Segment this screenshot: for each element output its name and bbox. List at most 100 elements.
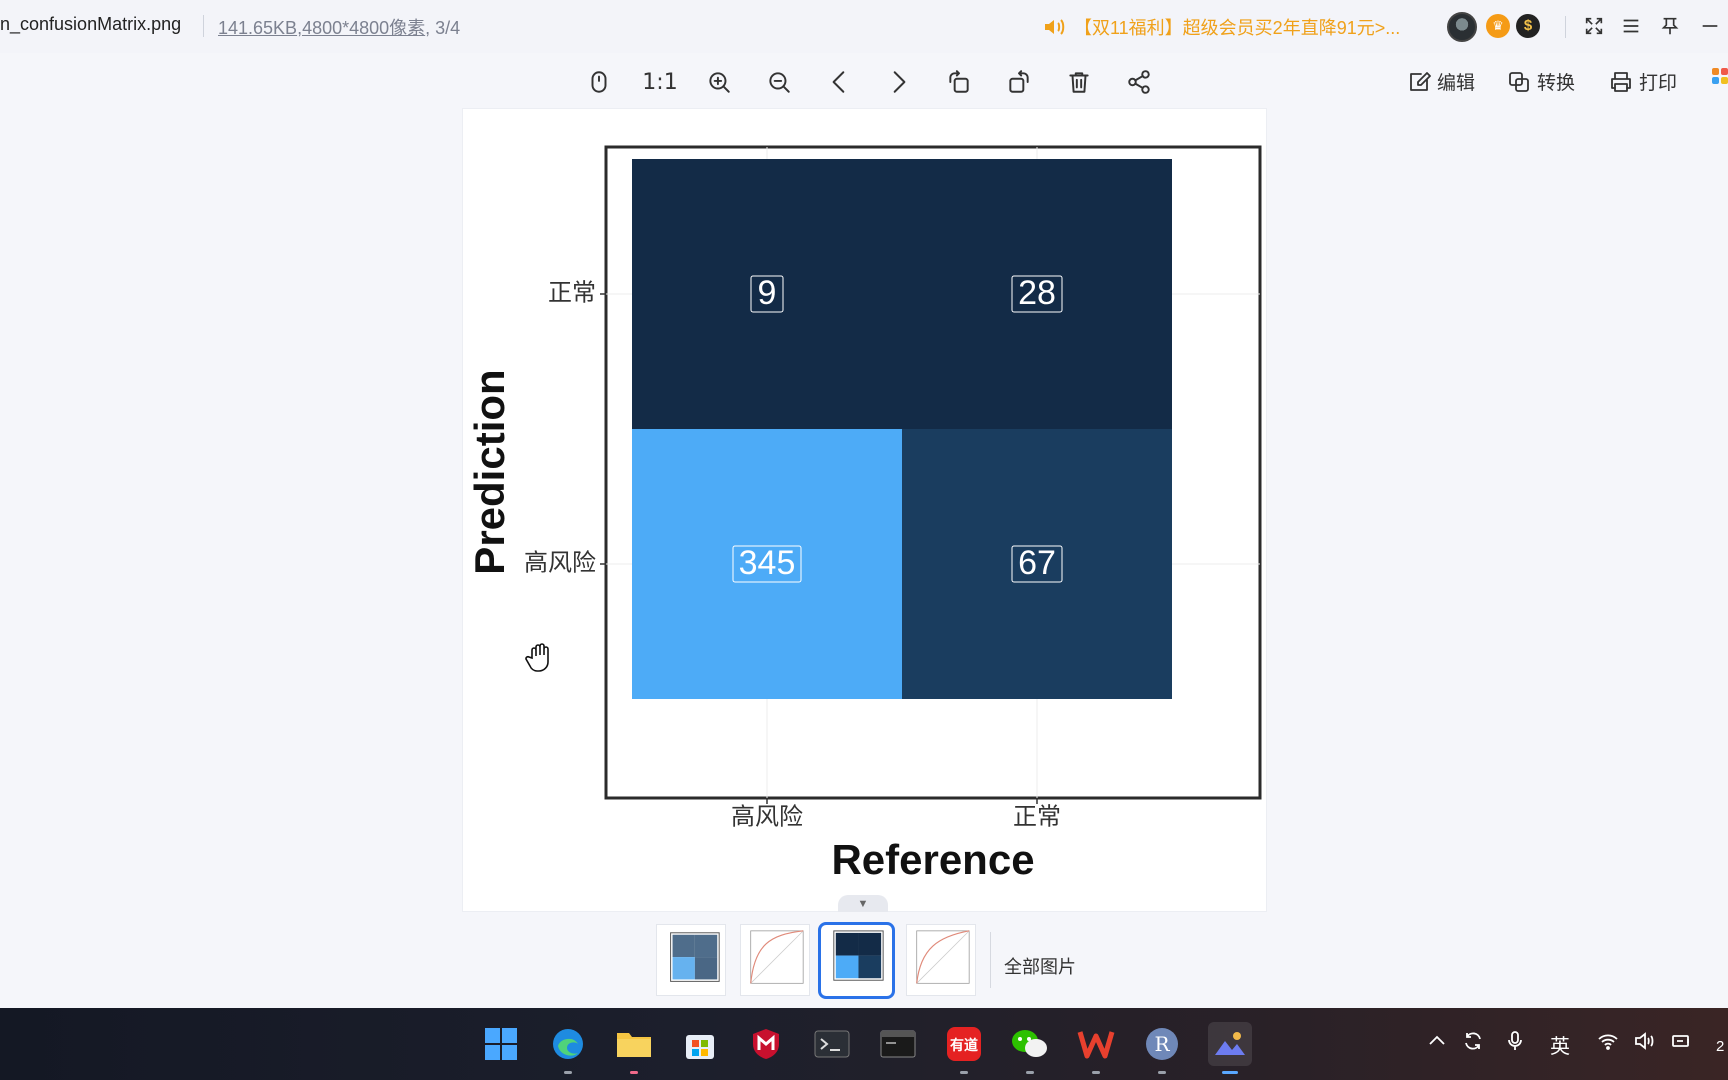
cell-value-label: 67 (1018, 544, 1056, 582)
share-button[interactable] (1123, 66, 1155, 98)
edge-icon (553, 1029, 583, 1059)
minimize-icon (1702, 25, 1718, 27)
image-canvas[interactable]: 9 28 345 67 正常 高风险 高风险 正常 Prediction Referenc… (462, 108, 1267, 912)
zoom-in-button[interactable] (703, 66, 735, 98)
console-icon (880, 1030, 916, 1058)
rotate-left-button[interactable] (943, 66, 975, 98)
taskbar-youdao[interactable]: 有道 (944, 1024, 984, 1074)
convert-button[interactable]: 转换 (1507, 68, 1575, 95)
file-size[interactable]: 141.65KB (218, 18, 297, 38)
hand-cursor-icon (525, 643, 549, 672)
thumbnail-1[interactable] (656, 924, 726, 996)
menu-icon (1623, 19, 1639, 33)
taskbar-console[interactable] (878, 1024, 918, 1064)
rotate-left-icon (949, 70, 969, 93)
edit-icon (1410, 71, 1431, 91)
cell-value-label: 345 (739, 544, 796, 582)
coin-icon[interactable]: $ (1516, 14, 1540, 38)
divider (990, 932, 991, 988)
y-tick-label: 正常 (548, 279, 596, 307)
zoom-in-icon (709, 72, 730, 93)
divider (1565, 16, 1566, 38)
volume-button[interactable] (1633, 1030, 1655, 1058)
pin-button[interactable] (1656, 12, 1684, 40)
thumbnail-3-selected[interactable] (818, 922, 895, 999)
promo-link[interactable]: 【双11福利】超级会员买2年直降91元>... (1042, 14, 1400, 40)
svg-text:R: R (1154, 1032, 1170, 1056)
speaker-icon (1045, 19, 1065, 35)
wechat-icon (1012, 1030, 1047, 1057)
folder-icon (617, 1033, 651, 1057)
title-bar: n_confusionMatrix.png 141.65KB,4800*4800… (0, 0, 1728, 53)
x-tick-label: 高风险 (731, 803, 803, 831)
cell-value-label: 9 (758, 274, 777, 312)
file-meta: 141.65KB,4800*4800像素, 3/4 (218, 14, 460, 40)
shield-icon (753, 1029, 779, 1059)
thumbnail-4[interactable] (906, 924, 976, 996)
vip-crown-icon[interactable]: ♛ (1486, 14, 1510, 38)
taskbar-photo-viewer[interactable] (1208, 1022, 1252, 1074)
delete-button[interactable] (1063, 66, 1095, 98)
image-index: , 3/4 (425, 18, 461, 38)
apps-icon[interactable] (1712, 68, 1728, 90)
actual-size-button[interactable]: 1:1 (642, 66, 677, 98)
avatar[interactable] (1447, 12, 1477, 42)
zoom-out-icon (769, 72, 790, 93)
chevron-left-icon (832, 71, 845, 93)
divider (203, 15, 204, 37)
sync-icon (1465, 1032, 1481, 1050)
taskbar-mcafee[interactable] (746, 1024, 786, 1064)
collapse-strip-button[interactable]: ▼ (838, 895, 888, 912)
all-pictures-link[interactable]: 全部图片 (1004, 953, 1076, 979)
microphone-button[interactable] (1504, 1030, 1526, 1058)
battery-button[interactable] (1670, 1030, 1692, 1058)
edit-button[interactable]: 编辑 (1407, 68, 1475, 95)
x-axis-title: Reference (831, 836, 1034, 883)
y-tick-label: 高风险 (524, 549, 596, 577)
battery-icon (1672, 1035, 1689, 1047)
cell-value-label: 28 (1018, 274, 1056, 312)
file-dimensions[interactable]: ,4800*4800像素 (297, 18, 425, 38)
image-viewer-icon (1215, 1032, 1245, 1055)
x-tick-label: 正常 (1013, 803, 1061, 831)
wps-icon (1077, 1031, 1115, 1059)
sync-button[interactable] (1462, 1030, 1484, 1058)
thumbnail-2[interactable] (740, 924, 810, 996)
trash-icon (1069, 72, 1089, 93)
menu-button[interactable] (1617, 12, 1645, 40)
minimize-button[interactable] (1696, 12, 1724, 40)
mouse-mode-button[interactable] (583, 66, 615, 98)
taskbar-store[interactable] (680, 1024, 720, 1064)
print-button[interactable]: 打印 (1609, 68, 1677, 95)
taskbar-file-explorer[interactable] (614, 1024, 654, 1074)
x-ticks: 高风险 正常 (731, 798, 1061, 831)
zoom-out-button[interactable] (763, 66, 795, 98)
taskbar-wps[interactable] (1076, 1024, 1116, 1074)
y-axis-title: Prediction (466, 369, 513, 574)
fullscreen-icon (1585, 17, 1603, 35)
previous-button[interactable] (823, 66, 855, 98)
ime-indicator[interactable]: 英 (1550, 1030, 1570, 1059)
store-icon (686, 1035, 714, 1059)
next-button[interactable] (883, 66, 915, 98)
tray-expand-button[interactable] (1426, 1030, 1448, 1058)
confusion-matrix-plot: 9 28345 67 正常高风险 高风险 正常 Prediction Referenc… (466, 145, 1262, 883)
convert-label: 转换 (1537, 73, 1576, 94)
cells (632, 159, 1172, 699)
viewer-toolbar: 1:1 编辑 转换 打印 (0, 53, 1728, 109)
rotate-right-button[interactable] (1003, 66, 1035, 98)
file-name: n_confusionMatrix.png (0, 14, 182, 34)
wifi-button[interactable] (1597, 1030, 1619, 1058)
start-button[interactable] (481, 1024, 521, 1064)
taskbar-wechat[interactable] (1010, 1024, 1050, 1074)
taskbar-terminal[interactable] (812, 1024, 852, 1064)
fullscreen-button[interactable] (1580, 12, 1608, 40)
taskbar-r[interactable]: R (1142, 1024, 1182, 1074)
share-icon (1128, 70, 1150, 94)
svg-text:有道: 有道 (950, 1037, 978, 1054)
rotate-right-icon (1009, 70, 1029, 93)
chevron-right-icon (893, 71, 906, 93)
clock[interactable]: 2 (1716, 1038, 1724, 1055)
taskbar-edge[interactable] (548, 1024, 588, 1074)
mouse-icon (591, 71, 607, 93)
